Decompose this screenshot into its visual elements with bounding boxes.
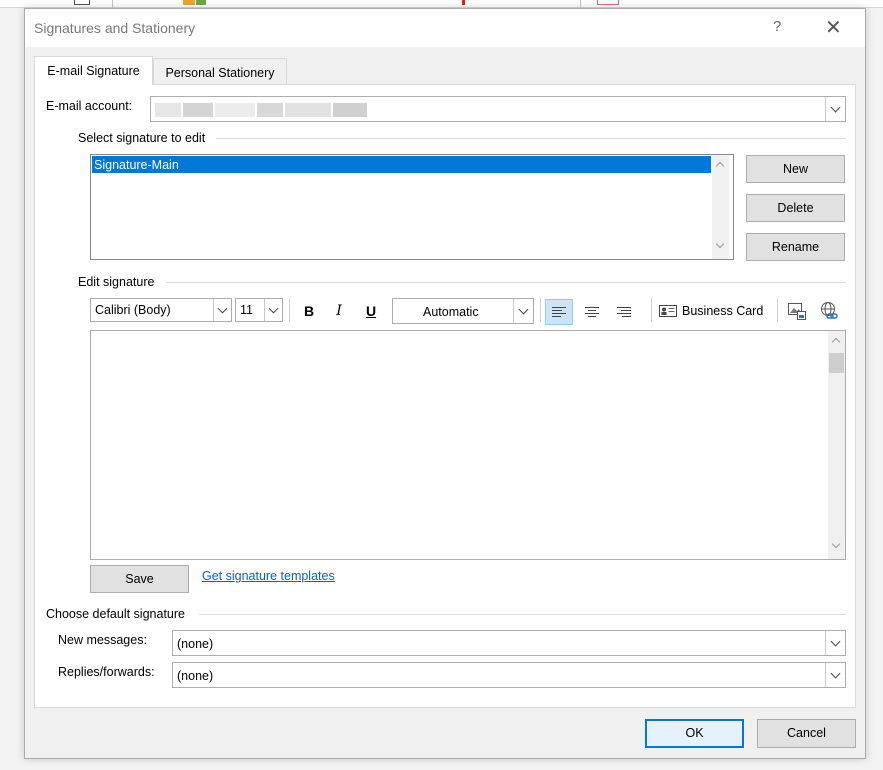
default-signature-group-label: Choose default signature <box>46 607 185 621</box>
background-window-strip <box>0 0 883 8</box>
align-left-button[interactable] <box>545 299 573 325</box>
dropdown-button[interactable] <box>825 631 845 655</box>
signature-list-item-selected[interactable]: Signature-Main <box>92 156 711 173</box>
bold-button[interactable]: B <box>296 299 322 323</box>
save-button[interactable]: Save <box>90 565 189 593</box>
font-size-dropdown[interactable]: 11 <box>235 298 283 322</box>
button-label: OK <box>685 726 704 740</box>
signature-list[interactable]: Signature-Main <box>90 154 734 260</box>
redacted-account-text <box>257 103 283 117</box>
signatures-dialog: Signatures and Stationery ? ✕ E-mail Sig… <box>24 8 866 759</box>
cancel-button[interactable]: Cancel <box>757 719 856 748</box>
scroll-up-icon[interactable] <box>831 337 841 347</box>
chevron-down-icon <box>268 303 279 313</box>
toolbar-separator <box>651 298 652 322</box>
toolbar-separator <box>777 298 778 322</box>
group-divider <box>199 614 846 615</box>
chevron-down-icon <box>830 668 841 678</box>
new-messages-value: (none) <box>177 637 214 651</box>
align-left-icon <box>552 307 566 317</box>
hyperlink-globe-icon <box>821 302 838 319</box>
group-divider <box>216 138 846 139</box>
dropdown-button[interactable] <box>513 299 533 323</box>
insert-picture-button[interactable] <box>783 299 811 323</box>
align-right-button[interactable] <box>610 299 638 325</box>
chevron-down-icon <box>830 102 841 112</box>
edit-signature-group-label: Edit signature <box>78 275 155 289</box>
background-alert-icon <box>462 0 465 5</box>
button-label: Delete <box>777 201 814 215</box>
redacted-account-text <box>333 103 367 117</box>
tab-personal-stationery[interactable]: Personal Stationery <box>153 58 287 84</box>
background-app-icon <box>196 0 206 5</box>
redacted-account-text <box>285 103 331 117</box>
email-account-label: E-mail account: <box>46 99 133 113</box>
tab-label: Personal Stationery <box>165 66 275 80</box>
scroll-down-icon[interactable] <box>831 539 841 549</box>
ok-button[interactable]: OK <box>645 719 744 748</box>
replies-forwards-label: Replies/forwards: <box>58 665 155 679</box>
underline-button[interactable]: U <box>358 299 384 323</box>
insert-hyperlink-button[interactable] <box>815 299 843 323</box>
business-card-label: Business Card <box>682 304 764 318</box>
tab-label: E-mail Signature <box>47 64 140 78</box>
rename-signature-button[interactable]: Rename <box>746 233 845 261</box>
align-right-icon <box>617 307 631 317</box>
tab-panel: E-mail account: Select signature to edit… <box>34 84 856 708</box>
button-label: New <box>782 162 808 176</box>
toolbar-separator <box>540 298 541 322</box>
scrollbar-thumb[interactable] <box>829 353 844 373</box>
redacted-account-text <box>155 103 181 117</box>
insert-picture-icon <box>788 303 806 320</box>
group-divider <box>166 282 846 283</box>
tab-email-signature[interactable]: E-mail Signature <box>34 56 153 85</box>
font-value: Calibri (Body) <box>95 303 171 317</box>
toolbar-separator <box>289 298 290 322</box>
button-label: Save <box>125 572 154 586</box>
background-separator <box>112 0 113 8</box>
dialog-title: Signatures and Stationery <box>34 20 196 36</box>
get-signature-templates-link[interactable]: Get signature templates <box>202 569 335 583</box>
background-separator <box>580 0 581 8</box>
chevron-down-icon <box>518 304 529 314</box>
button-label: Rename <box>771 240 820 254</box>
dropdown-button[interactable] <box>213 299 231 321</box>
select-signature-group-label: Select signature to edit <box>78 131 206 145</box>
dropdown-button[interactable] <box>264 299 282 321</box>
replies-forwards-value: (none) <box>177 669 214 683</box>
editor-scrollbar[interactable] <box>828 331 845 559</box>
chevron-down-icon <box>217 303 228 313</box>
scroll-up-icon[interactable] <box>715 161 725 171</box>
new-messages-label: New messages: <box>58 633 147 647</box>
redacted-account-text <box>215 103 255 117</box>
font-size-value: 11 <box>240 303 253 317</box>
email-account-dropdown[interactable] <box>150 96 846 122</box>
background-pdf-icon <box>597 0 619 5</box>
delete-signature-button[interactable]: Delete <box>746 194 845 222</box>
business-card-button[interactable]: Business Card <box>659 299 771 323</box>
align-center-icon <box>585 307 599 317</box>
redacted-account-text <box>183 103 213 117</box>
dropdown-button[interactable] <box>825 663 845 687</box>
chevron-down-icon <box>830 636 841 646</box>
signature-editor[interactable] <box>90 330 846 560</box>
signature-list-scrollbar[interactable] <box>712 155 729 259</box>
scroll-down-icon[interactable] <box>715 239 725 249</box>
background-app-icon <box>183 0 195 5</box>
replies-forwards-dropdown[interactable]: (none) <box>172 662 846 688</box>
background-mail-icon <box>74 0 90 5</box>
title-bar: Signatures and Stationery ? ✕ <box>25 9 865 47</box>
help-button[interactable]: ? <box>773 18 781 35</box>
dropdown-button[interactable] <box>825 97 845 121</box>
italic-button[interactable]: I <box>326 299 352 323</box>
font-dropdown[interactable]: Calibri (Body) <box>90 298 232 322</box>
button-label: Cancel <box>787 726 826 740</box>
new-signature-button[interactable]: New <box>746 155 845 183</box>
font-color-value: Automatic <box>423 305 479 319</box>
new-messages-dropdown[interactable]: (none) <box>172 630 846 656</box>
align-center-button[interactable] <box>578 299 606 325</box>
close-button[interactable]: ✕ <box>825 15 842 40</box>
font-color-dropdown[interactable]: Automatic <box>392 298 534 324</box>
business-card-icon <box>659 305 677 317</box>
